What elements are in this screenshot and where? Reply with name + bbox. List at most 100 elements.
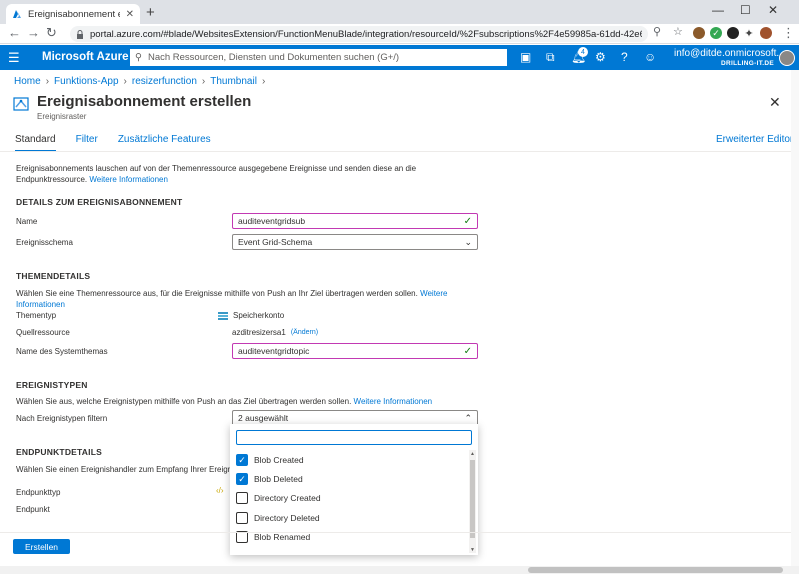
url-input[interactable]: portal.azure.com/#blade/WebsitesExtensio… bbox=[70, 26, 648, 42]
address-bar-row: ← → ↻ portal.azure.com/#blade/WebsitesEx… bbox=[0, 24, 799, 44]
extension-circle-icon[interactable] bbox=[727, 27, 739, 39]
system-topic-value: auditeventgridtopic bbox=[238, 346, 310, 356]
tab-additional-features[interactable]: Zusätzliche Features bbox=[118, 134, 211, 152]
browser-tab-bar: Ereignisabonnement erstellen - M ✕ + — ☐… bbox=[0, 0, 799, 24]
breadcrumb-function-app[interactable]: Funktions-App bbox=[54, 76, 118, 87]
cloud-shell-icon[interactable]: ▣ bbox=[520, 50, 531, 64]
checkbox-unchecked[interactable] bbox=[236, 492, 248, 504]
intro-description: Ereignisabonnements lauschen auf von der… bbox=[16, 164, 417, 184]
name-input[interactable]: auditeventgridsub ✓ bbox=[232, 213, 478, 229]
event-type-dropdown-value: 2 ausgewählt bbox=[238, 413, 289, 423]
chevron-down-icon: ⌄ bbox=[464, 236, 472, 247]
page-horizontal-scrollbar[interactable] bbox=[0, 566, 799, 574]
zoom-icon[interactable]: ⚲ bbox=[653, 25, 661, 38]
breadcrumb-separator: › bbox=[261, 76, 266, 87]
source-change-link[interactable]: (Ändern) bbox=[291, 329, 318, 336]
option-label: Blob Deleted bbox=[254, 474, 303, 484]
minimize-icon[interactable]: — bbox=[712, 3, 724, 17]
lock-icon bbox=[77, 29, 83, 39]
topic-description: Wählen Sie eine Themenressource aus, für… bbox=[16, 289, 418, 298]
azure-brand[interactable]: Microsoft Azure bbox=[42, 51, 128, 63]
extension-check-icon[interactable]: ✓ bbox=[710, 27, 722, 39]
option-label: Blob Renamed bbox=[254, 532, 311, 542]
page-vertical-scrollbar[interactable] bbox=[791, 70, 799, 566]
scroll-up-icon[interactable]: ▲ bbox=[469, 451, 476, 457]
schema-label: Ereignisschema bbox=[16, 238, 73, 247]
valid-check-icon: ✓ bbox=[463, 215, 472, 227]
maximize-icon[interactable]: ☐ bbox=[740, 3, 751, 17]
horizontal-scroll-thumb[interactable] bbox=[528, 567, 783, 573]
event-type-option-directory-deleted[interactable]: Directory Deleted bbox=[236, 512, 320, 524]
account-menu[interactable]: info@ditde.onmicrosoft.... DRILLING-IT.D… bbox=[674, 48, 788, 67]
hamburger-menu-icon[interactable]: ☰ bbox=[8, 50, 20, 66]
intro-text: Ereignisabonnements lauschen auf von der… bbox=[16, 163, 486, 185]
extension-cookie-icon[interactable] bbox=[693, 27, 705, 39]
advanced-editor-link[interactable]: Erweiterter Editor bbox=[716, 134, 793, 145]
checkbox-unchecked[interactable] bbox=[236, 512, 248, 524]
event-type-option-directory-created[interactable]: Directory Created bbox=[236, 492, 321, 504]
intro-more-info-link[interactable]: Weitere Informationen bbox=[89, 175, 168, 184]
topic-type-label: Thementyp bbox=[16, 311, 57, 320]
schema-select[interactable]: Event Grid-Schema ⌄ bbox=[232, 234, 478, 250]
account-org: DRILLING-IT.DE bbox=[721, 60, 774, 67]
dropdown-scrollbar[interactable] bbox=[469, 450, 476, 553]
profile-icon[interactable] bbox=[760, 27, 772, 39]
settings-gear-icon[interactable]: ⚙ bbox=[595, 50, 606, 64]
tab-filter[interactable]: Filter bbox=[76, 134, 98, 152]
topic-desc: Wählen Sie eine Themenressource aus, für… bbox=[16, 288, 486, 310]
feedback-smiley-icon[interactable]: ☺ bbox=[644, 50, 656, 64]
extensions-puzzle-icon[interactable]: ✦ bbox=[743, 27, 755, 40]
bookmark-star-icon[interactable]: ☆ bbox=[673, 25, 683, 38]
event-grid-icon bbox=[13, 97, 29, 111]
event-type-option-blob-deleted[interactable]: ✓ Blob Deleted bbox=[236, 473, 303, 485]
browser-tab-title: Ereignisabonnement erstellen - M bbox=[28, 8, 120, 20]
breadcrumb-thumbnail[interactable]: Thumbnail bbox=[210, 76, 257, 87]
checkbox-checked[interactable]: ✓ bbox=[236, 454, 248, 466]
notification-count-badge: 4 bbox=[578, 47, 588, 57]
azure-header: ☰ Microsoft Azure ⚲ Nach Ressourcen, Die… bbox=[0, 45, 799, 70]
directory-filter-icon[interactable]: ⧉ bbox=[546, 50, 555, 65]
reload-icon[interactable]: ↻ bbox=[46, 25, 57, 41]
back-icon[interactable]: ← bbox=[8, 25, 21, 40]
create-button[interactable]: Erstellen bbox=[13, 539, 70, 554]
help-icon[interactable]: ? bbox=[621, 50, 628, 64]
tab-close-icon[interactable]: ✕ bbox=[126, 9, 134, 20]
system-topic-label: Name des Systemthemas bbox=[16, 347, 108, 356]
event-type-option-blob-created[interactable]: ✓ Blob Created bbox=[236, 454, 304, 466]
event-types-more-info-link[interactable]: Weitere Informationen bbox=[354, 397, 433, 406]
browser-tab[interactable]: Ereignisabonnement erstellen - M ✕ bbox=[6, 4, 140, 24]
dropdown-scroll-thumb[interactable] bbox=[470, 460, 475, 538]
system-topic-input[interactable]: auditeventgridtopic ✓ bbox=[232, 343, 478, 359]
avatar[interactable] bbox=[779, 50, 795, 66]
breadcrumb-home[interactable]: Home bbox=[14, 76, 41, 87]
breadcrumb-resizerfunction[interactable]: resizerfunction bbox=[132, 76, 197, 87]
source-value: azditresizersa1 (Ändern) bbox=[232, 328, 318, 337]
valid-check-icon: ✓ bbox=[463, 345, 472, 357]
name-label: Name bbox=[16, 217, 38, 226]
checkbox-checked[interactable]: ✓ bbox=[236, 473, 248, 485]
event-type-search-input[interactable] bbox=[236, 430, 472, 445]
storage-account-icon bbox=[218, 311, 228, 320]
source-label: Quellressource bbox=[16, 328, 70, 337]
details-heading: DETAILS ZUM EREIGNISABONNEMENT bbox=[16, 197, 183, 207]
scroll-down-icon[interactable]: ▼ bbox=[469, 547, 476, 553]
footer-divider bbox=[0, 532, 799, 533]
endpoint-type-label: Endpunkttyp bbox=[16, 488, 61, 497]
search-placeholder: Nach Ressourcen, Diensten und Dokumenten… bbox=[147, 52, 400, 63]
tab-standard[interactable]: Standard bbox=[15, 134, 56, 152]
breadcrumb-separator: › bbox=[123, 76, 127, 87]
account-email: info@ditde.onmicrosoft.... bbox=[674, 48, 788, 59]
page-title: Ereignisabonnement erstellen bbox=[37, 93, 252, 110]
new-tab-icon[interactable]: + bbox=[146, 4, 155, 21]
browser-menu-icon[interactable]: ⋮ bbox=[782, 25, 795, 41]
forward-icon[interactable]: → bbox=[27, 25, 40, 40]
source-resource-text: azditresizersa1 bbox=[232, 328, 286, 337]
window-close-icon[interactable]: ✕ bbox=[768, 3, 778, 17]
topic-type-value: Speicherkonto bbox=[218, 311, 284, 320]
close-icon[interactable]: ✕ bbox=[769, 94, 781, 111]
name-input-value: auditeventgridsub bbox=[238, 216, 306, 226]
chevron-up-icon: ⌃ bbox=[464, 412, 472, 423]
page-subtitle: Ereignisraster bbox=[37, 112, 87, 121]
global-search-input[interactable]: ⚲ Nach Ressourcen, Diensten und Dokument… bbox=[130, 49, 507, 66]
schema-select-value: Event Grid-Schema bbox=[238, 237, 313, 247]
